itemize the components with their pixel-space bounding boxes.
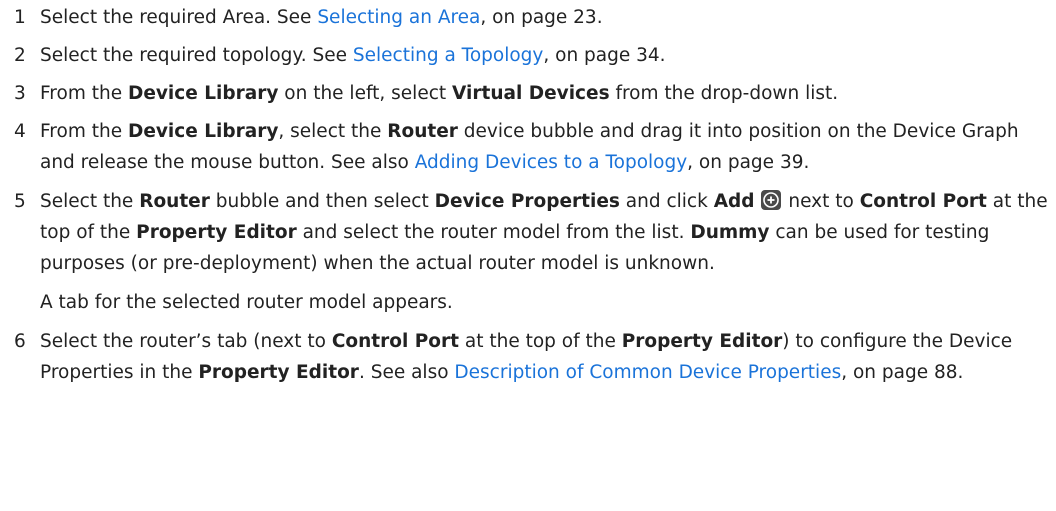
text: , on page 23. — [480, 7, 603, 28]
step-number: 3 — [14, 83, 26, 104]
text: Select the — [40, 191, 140, 212]
add-circle-icon — [760, 190, 781, 210]
text: from the drop-down list. — [609, 83, 839, 104]
step-2: 2 Select the required topology. See Sele… — [14, 40, 1050, 71]
link-selecting-a-topology[interactable]: Selecting a Topology — [353, 45, 543, 66]
text: , on page 34. — [543, 45, 666, 66]
bold-term: Dummy — [690, 222, 770, 243]
text: Select the router’s tab (next to — [40, 331, 332, 352]
bold-term: Device Properties — [434, 191, 620, 212]
link-description-of-common-device-properties[interactable]: Description of Common Device Properties — [454, 362, 841, 383]
bold-term: Router — [387, 121, 458, 142]
text: bubble and then select — [209, 191, 435, 212]
step-text: From the Device Library, select the Rout… — [40, 116, 1050, 178]
step-number: 4 — [14, 121, 26, 142]
text: and select the router model from the lis… — [296, 222, 691, 243]
bold-term: Router — [139, 191, 210, 212]
bold-term: Control Port — [331, 331, 459, 352]
step-1: 1 Select the required Area. See Selectin… — [14, 2, 1050, 33]
bold-term: Property Editor — [621, 331, 783, 352]
text: and click — [619, 191, 714, 212]
step-3: 3 From the Device Library on the left, s… — [14, 78, 1050, 109]
step-number: 6 — [14, 331, 26, 352]
text: From the — [40, 121, 128, 142]
link-selecting-an-area[interactable]: Selecting an Area — [317, 7, 480, 28]
step-5-note: A tab for the selected router model appe… — [40, 292, 453, 313]
text: on the left, select — [278, 83, 453, 104]
step-text: Select the required Area. See Selecting … — [40, 2, 1050, 33]
step-text: Select the router’s tab (next to Control… — [40, 326, 1050, 388]
bold-term: Property Editor — [136, 222, 297, 243]
bold-term: Device Library — [127, 121, 279, 142]
step-5: 5 Select the Router bubble and then sele… — [14, 186, 1050, 279]
step-text: Select the required topology. See Select… — [40, 40, 1050, 71]
text: Select the required topology. See — [40, 45, 353, 66]
step-number: 2 — [14, 45, 26, 66]
procedure-steps: 1 Select the required Area. See Selectin… — [14, 2, 1050, 388]
text: Select the required Area. See — [40, 7, 318, 28]
step-4: 4 From the Device Library, select the Ro… — [14, 116, 1050, 178]
bold-term: Virtual Devices — [452, 83, 610, 104]
text: next to — [782, 191, 860, 212]
bold-term: Device Library — [127, 83, 279, 104]
text: , select the — [278, 121, 388, 142]
bold-term: Property Editor — [198, 362, 359, 383]
text: at the top of the — [458, 331, 622, 352]
text: From the — [40, 83, 128, 104]
step-text: Select the Router bubble and then select… — [40, 186, 1050, 279]
step-6: 6 Select the router’s tab (next to Contr… — [14, 326, 1050, 388]
step-text: From the Device Library on the left, sel… — [40, 78, 1050, 109]
bold-term: Add — [713, 191, 755, 212]
link-adding-devices-to-a-topology[interactable]: Adding Devices to a Topology — [415, 152, 687, 173]
step-number: 1 — [14, 7, 26, 28]
text: , on page 88. — [841, 362, 964, 383]
text: , on page 39. — [687, 152, 810, 173]
text: . See also — [358, 362, 455, 383]
step-number: 5 — [14, 191, 26, 212]
bold-term: Control Port — [859, 191, 987, 212]
